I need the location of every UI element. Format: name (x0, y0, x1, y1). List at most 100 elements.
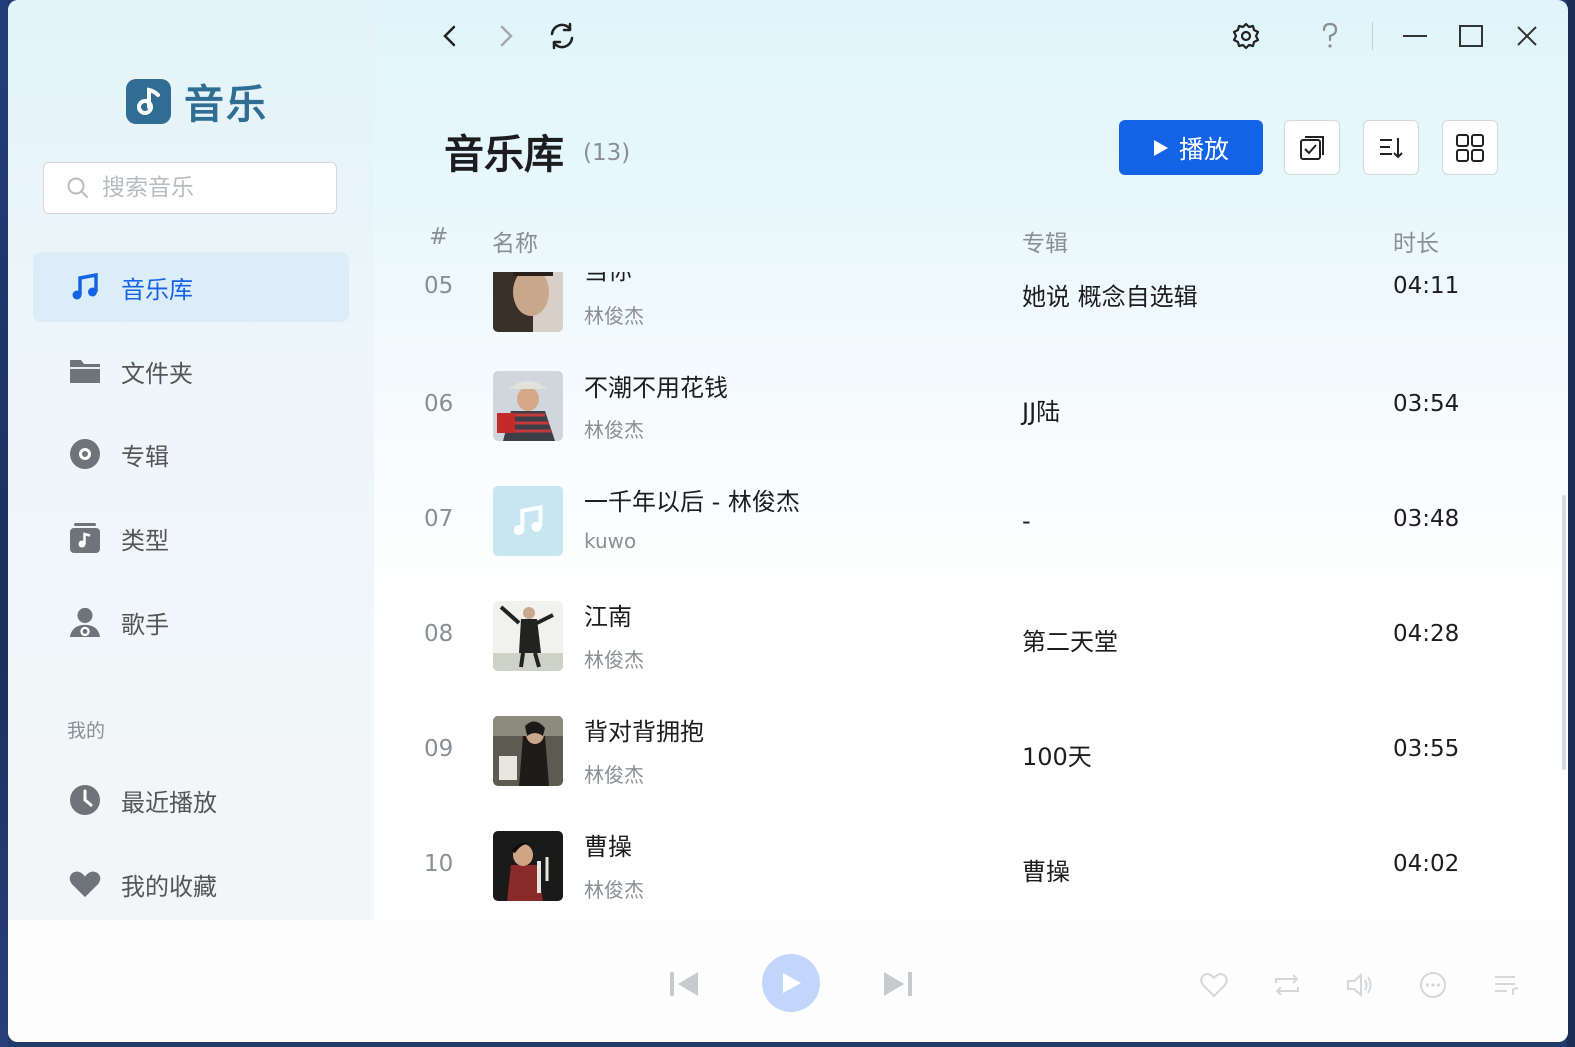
track-title: 曹操 (584, 833, 632, 861)
track-number: 10 (424, 851, 454, 877)
music-logo-icon (126, 78, 171, 124)
minimize-button[interactable] (1397, 18, 1433, 54)
track-artist[interactable]: kuwo (584, 529, 636, 553)
forward-button[interactable] (488, 18, 524, 54)
sidebar-item-library[interactable]: 音乐库 (33, 252, 349, 322)
track-album[interactable]: 100天 (1022, 737, 1092, 772)
clock-icon (69, 784, 101, 816)
previous-track-button[interactable] (666, 966, 702, 1002)
minimize-icon (1403, 35, 1427, 37)
track-number: 07 (424, 506, 454, 532)
track-album[interactable]: JJ陆 (1022, 392, 1060, 427)
album-cover (493, 371, 563, 441)
playlist-button[interactable] (1492, 970, 1522, 1000)
volume-button[interactable] (1345, 970, 1375, 1000)
desktop-background-right (1567, 0, 1575, 1047)
maximize-button[interactable] (1453, 18, 1489, 54)
track-duration: 03:48 (1393, 506, 1460, 532)
track-title: 一千年以后 - 林俊杰 (584, 488, 800, 516)
sort-icon (1380, 137, 1403, 158)
track-title: 当你 (584, 272, 632, 286)
chevron-right-icon (500, 25, 513, 47)
track-artist[interactable]: 林俊杰 (584, 759, 644, 788)
play-pause-button[interactable] (762, 954, 820, 1012)
track-row[interactable]: 08 江南 林俊杰 第二天堂 04:28 (374, 580, 1568, 695)
column-header-album[interactable]: 专辑 (1022, 224, 1068, 258)
sidebar-item-recent[interactable]: 最近播放 (33, 765, 349, 835)
sort-button[interactable] (1363, 120, 1419, 175)
play-icon (1153, 139, 1168, 156)
close-button[interactable] (1509, 18, 1545, 54)
track-title: 背对背拥抱 (584, 718, 704, 746)
track-row[interactable]: 10 曹操 林俊杰 曹操 04:02 (374, 810, 1568, 920)
grid-view-button[interactable] (1442, 120, 1498, 175)
desktop-background (0, 0, 8, 1047)
track-album[interactable]: 第二天堂 (1022, 622, 1118, 657)
track-row[interactable]: 07 一千年以后 - 林俊杰 kuwo - 03:48 (374, 465, 1568, 580)
track-album[interactable]: - (1022, 507, 1031, 535)
settings-button[interactable] (1228, 18, 1264, 54)
track-duration: 03:54 (1393, 391, 1460, 417)
sidebar-item-favorites[interactable]: 我的收藏 (33, 849, 349, 919)
album-cover (493, 601, 563, 671)
refresh-button[interactable] (544, 18, 580, 54)
music-app-window: 音乐 音乐库 文件夹 专辑 类型 (8, 0, 1568, 1042)
heart-icon (69, 868, 101, 900)
player-bar (8, 920, 1568, 1042)
column-header-num: # (429, 224, 449, 250)
track-list: 05 当你 林俊杰 她说 概念自选辑 04:11 06 不潮不用花钱 林俊杰 J… (374, 272, 1568, 920)
next-track-button[interactable] (880, 966, 916, 1002)
multi-select-button[interactable] (1284, 120, 1340, 175)
track-artist[interactable]: 林俊杰 (584, 300, 644, 329)
album-cover (493, 716, 563, 786)
maximize-icon (1459, 25, 1483, 47)
search-box[interactable] (43, 162, 337, 214)
column-header-duration[interactable]: 时长 (1393, 224, 1439, 258)
track-number: 06 (424, 391, 454, 417)
sidebar-item-album[interactable]: 专辑 (33, 419, 349, 489)
play-all-label: 播放 (1178, 134, 1229, 164)
checkbox-multi-icon (1300, 135, 1324, 160)
back-button[interactable] (432, 18, 468, 54)
more-options-button[interactable] (1418, 970, 1448, 1000)
track-duration: 04:28 (1393, 621, 1460, 647)
folder-icon (69, 355, 101, 387)
page-title: 音乐库 (444, 132, 564, 178)
help-button[interactable] (1312, 18, 1348, 54)
column-header-name[interactable]: 名称 (492, 224, 538, 258)
play-all-button[interactable]: 播放 (1119, 120, 1263, 175)
track-album[interactable]: 她说 概念自选辑 (1022, 277, 1198, 312)
app-logo: 音乐 (126, 72, 268, 130)
chevron-left-icon (443, 25, 456, 47)
genre-icon (69, 522, 101, 554)
like-button[interactable] (1199, 970, 1229, 1000)
sidebar-item-genre[interactable]: 类型 (33, 503, 349, 573)
track-row[interactable]: 06 不潮不用花钱 林俊杰 JJ陆 03:54 (374, 350, 1568, 465)
sidebar-item-singer[interactable]: 歌手 (33, 587, 349, 657)
track-artist[interactable]: 林俊杰 (584, 874, 644, 903)
track-row[interactable]: 09 背对背拥抱 林俊杰 100天 03:55 (374, 695, 1568, 810)
search-input[interactable] (100, 174, 324, 202)
skip-next-icon (884, 972, 912, 996)
track-artist[interactable]: 林俊杰 (584, 644, 644, 673)
sidebar-item-label: 歌手 (121, 610, 169, 639)
track-duration: 04:02 (1393, 851, 1460, 877)
close-icon (1517, 26, 1537, 46)
repeat-button[interactable] (1272, 970, 1302, 1000)
sidebar-item-label: 文件夹 (121, 359, 193, 388)
sidebar-item-folder[interactable]: 文件夹 (33, 336, 349, 406)
section-label-mine: 我的 (67, 720, 106, 742)
track-title: 不潮不用花钱 (584, 374, 728, 402)
track-number: 09 (424, 736, 454, 762)
track-album[interactable]: 曹操 (1022, 852, 1070, 887)
track-artist[interactable]: 林俊杰 (584, 414, 644, 443)
track-row[interactable]: 05 当你 林俊杰 她说 概念自选辑 04:11 (374, 272, 1568, 332)
sidebar-item-label: 音乐库 (121, 275, 193, 304)
speaker-icon (1347, 972, 1372, 998)
track-count: (13) (583, 140, 631, 166)
album-disc-icon (69, 438, 101, 470)
sidebar-item-label: 我的收藏 (121, 872, 217, 901)
scrollbar-thumb[interactable] (1562, 495, 1566, 770)
music-note-icon (69, 271, 101, 303)
titlebar-divider (1372, 22, 1373, 50)
